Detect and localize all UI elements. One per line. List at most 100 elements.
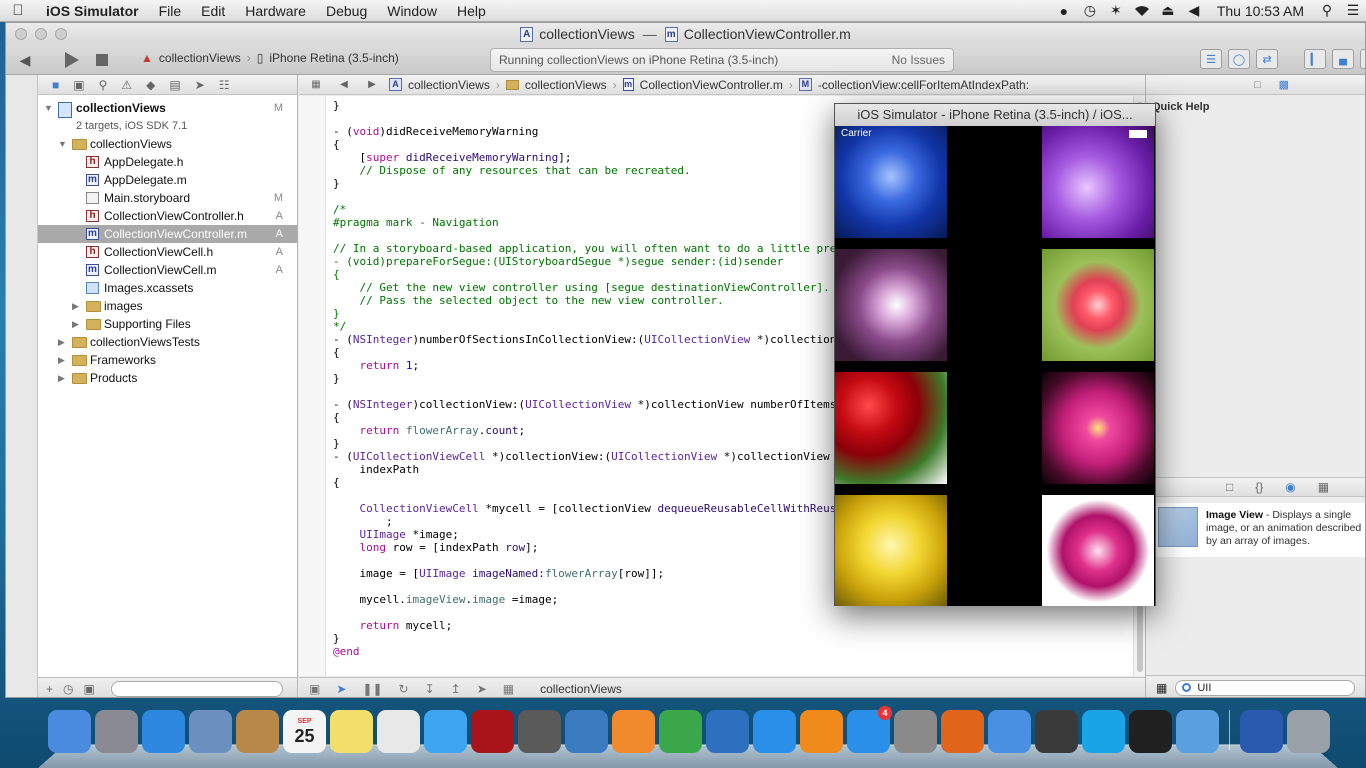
firefox-icon[interactable] <box>941 710 984 753</box>
collection-cell-pink-gerbera[interactable] <box>1042 372 1154 484</box>
wifi-icon[interactable] <box>1129 0 1155 22</box>
code-line[interactable]: // Get the new view controller using [se… <box>333 281 836 294</box>
bluetooth-icon[interactable]: ✶ <box>1103 0 1129 22</box>
debug-navigator-icon[interactable]: ▤ <box>169 78 180 92</box>
window-zoom-button[interactable] <box>55 28 67 40</box>
iphoto-icon[interactable] <box>565 710 608 753</box>
project-row[interactable]: ▼ collectionViews 2 targets, iOS SDK 7.1… <box>38 99 297 135</box>
go-back-icon[interactable]: ◀ <box>333 79 355 90</box>
file-tree-row[interactable]: ▼ collectionViews <box>38 135 297 153</box>
breakpoints-toggle-icon[interactable]: ➤ <box>336 682 346 696</box>
pause-icon[interactable]: ❚❚ <box>362 682 382 696</box>
code-line[interactable]: - (void)didReceiveMemoryWarning <box>333 125 836 138</box>
simulate-location-icon[interactable]: ➤ <box>477 682 487 696</box>
file-tree-row[interactable]: ▶ Products <box>38 369 297 387</box>
add-file-icon[interactable]: + <box>46 682 53 696</box>
disclosure-closed-icon[interactable]: ▶ <box>58 369 65 387</box>
collection-cell-pink-lily[interactable] <box>1042 495 1154 606</box>
ios-simulator-window[interactable]: iOS Simulator - iPhone Retina (3.5-inch)… <box>834 103 1156 606</box>
code-line[interactable]: UIImage *image; <box>333 528 836 541</box>
collection-cell-blue-rose[interactable] <box>835 126 947 238</box>
file-tree-row[interactable]: ▶ collectionViewsTests <box>38 333 297 351</box>
code-line[interactable]: @end <box>333 645 836 658</box>
skype-icon[interactable] <box>1082 710 1125 753</box>
numbers-icon[interactable] <box>659 710 702 753</box>
project-navigator-icon[interactable]: ■ <box>52 78 59 92</box>
test-navigator-icon[interactable]: ◆ <box>146 78 155 92</box>
file-tree-row[interactable]: m CollectionViewController.m A <box>38 225 297 243</box>
contacts-icon[interactable] <box>236 710 279 753</box>
menu-edit[interactable]: Edit <box>191 0 235 22</box>
pages-icon[interactable] <box>612 710 655 753</box>
run-button[interactable] <box>61 49 83 71</box>
menu-app-name[interactable]: iOS Simulator <box>36 0 149 22</box>
disclosure-closed-icon[interactable]: ▶ <box>72 315 79 333</box>
editor-gutter[interactable] <box>299 96 326 676</box>
go-forward-icon[interactable]: ▶ <box>361 79 383 90</box>
menu-help[interactable]: Help <box>447 0 496 22</box>
file-tree-row[interactable]: Images.xcassets <box>38 279 297 297</box>
code-line[interactable]: /* <box>333 203 836 216</box>
step-into-icon[interactable]: ↧ <box>425 682 435 696</box>
window-close-button[interactable] <box>15 28 27 40</box>
code-line[interactable]: { <box>333 138 836 151</box>
navigator-toggle-icon[interactable]: ▎ <box>1304 49 1326 69</box>
quick-help-inspector-icon[interactable]: ▩ <box>1279 78 1289 91</box>
code-line[interactable]: mycell.imageView.image =image; <box>333 593 836 606</box>
log-navigator-icon[interactable]: ☷ <box>219 78 230 92</box>
code-line[interactable]: } <box>333 372 836 385</box>
grid-view-icon[interactable]: ▦ <box>1156 681 1167 695</box>
notification-center-icon[interactable]: ☰ <box>1340 0 1366 22</box>
menu-window[interactable]: Window <box>377 0 447 22</box>
collection-cell-yellow-rose[interactable] <box>835 495 947 606</box>
file-tree-row[interactable]: m CollectionViewCell.m A <box>38 261 297 279</box>
system-preferences-icon[interactable] <box>894 710 937 753</box>
code-line[interactable]: [super didReceiveMemoryWarning]; <box>333 151 836 164</box>
window-minimize-button[interactable] <box>35 28 47 40</box>
file-tree-row[interactable]: h CollectionViewCell.h A <box>38 243 297 261</box>
navigator-filter-input[interactable] <box>110 680 283 697</box>
time-machine-icon[interactable]: ◷ <box>1077 0 1103 22</box>
hide-debug-area-icon[interactable]: ▣ <box>309 682 320 696</box>
disclosure-closed-icon[interactable]: ▶ <box>58 351 65 369</box>
collection-cell-pink-star-flower[interactable] <box>1042 249 1154 361</box>
library-search-field[interactable]: UII <box>1175 679 1356 696</box>
disclosure-open-icon[interactable]: ▼ <box>44 99 53 117</box>
disclosure-open-icon[interactable]: ▼ <box>58 135 67 153</box>
find-navigator-icon[interactable]: ⚲ <box>99 78 108 92</box>
scm-filter-icon[interactable]: ▣ <box>84 682 95 696</box>
source-code[interactable]: } - (void)didReceiveMemoryWarning{ [supe… <box>333 99 836 658</box>
library-item-image-view[interactable]: Image View - Displays a single image, or… <box>1146 503 1365 557</box>
calendar-icon[interactable]: SEP 25 <box>283 710 326 753</box>
file-tree-row[interactable]: Main.storyboard M <box>38 189 297 207</box>
code-line[interactable]: - (NSInteger)numberOfSectionsInCollectio… <box>333 333 836 346</box>
code-line[interactable] <box>333 385 836 398</box>
breakpoint-navigator-icon[interactable]: ➤ <box>195 78 205 92</box>
app-status-icon[interactable]: ● <box>1051 0 1077 22</box>
related-items-icon[interactable]: ▦ <box>305 79 327 90</box>
breadcrumb-project[interactable]: collectionViews <box>408 78 490 92</box>
standard-editor-icon[interactable]: ☰ <box>1200 49 1222 69</box>
file-tree-row[interactable]: m AppDelegate.m <box>38 171 297 189</box>
code-line[interactable]: - (NSInteger)collectionView:(UICollectio… <box>333 398 836 411</box>
code-snippet-library-icon[interactable]: {} <box>1255 480 1263 494</box>
reminders-icon[interactable] <box>377 710 420 753</box>
media-library-icon[interactable]: ▦ <box>1318 480 1329 494</box>
instruments-icon[interactable] <box>1176 710 1219 753</box>
code-line[interactable] <box>333 190 836 203</box>
apple-menu-icon[interactable]:  <box>0 2 36 19</box>
step-out-icon[interactable]: ↥ <box>451 682 461 696</box>
facetime-icon[interactable] <box>518 710 561 753</box>
spotlight-search-icon[interactable]: ⚲ <box>1314 0 1340 22</box>
collection-cell-purple-rose[interactable] <box>1042 126 1154 238</box>
code-line[interactable]: image = [UIImage imageNamed:flowerArray[… <box>333 567 836 580</box>
activity-issues[interactable]: No Issues <box>892 53 945 67</box>
code-line[interactable]: // In a storyboard-based application, yo… <box>333 242 836 255</box>
stop-button[interactable] <box>92 49 112 71</box>
collection-cell-white-daisy[interactable] <box>835 249 947 361</box>
code-line[interactable] <box>333 580 836 593</box>
messages-icon[interactable] <box>424 710 467 753</box>
simulator-screen[interactable]: Carrier <box>835 126 1155 606</box>
code-line[interactable]: indexPath <box>333 463 836 476</box>
code-line[interactable] <box>333 554 836 567</box>
